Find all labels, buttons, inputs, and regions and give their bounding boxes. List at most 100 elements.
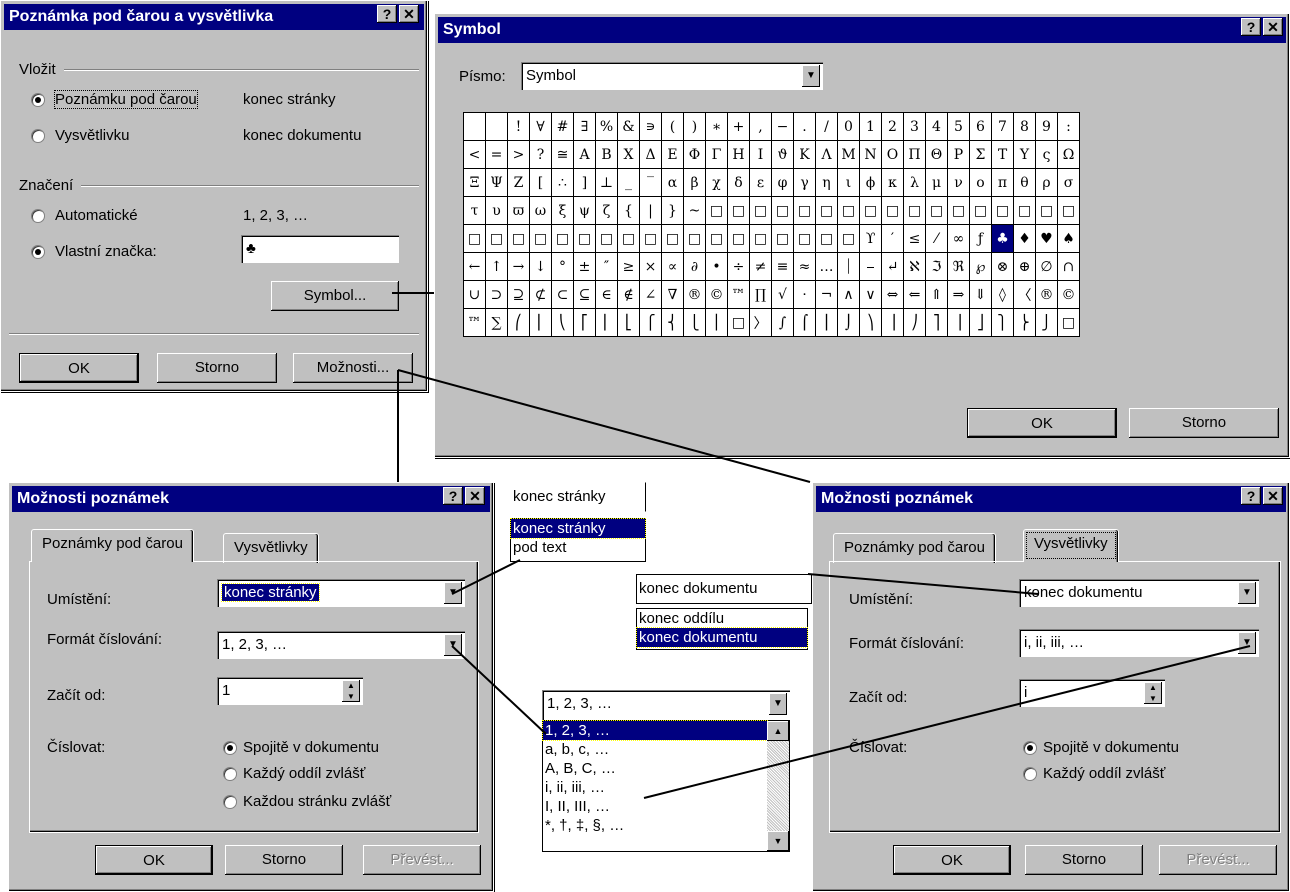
symbol-cell[interactable]: ψ (573, 196, 596, 225)
symbol-cell[interactable]: ] (573, 168, 596, 197)
symbol-cell[interactable]: □ (859, 196, 882, 225)
symbol-cell[interactable]: ⎩ (683, 308, 706, 337)
symbol-cell[interactable]: □ (771, 196, 794, 225)
symbol-cell[interactable]: ⇔ (881, 280, 904, 309)
symbol-cell[interactable]: ⎧ (639, 308, 662, 337)
close-icon[interactable]: ✕ (1263, 18, 1283, 36)
symbol-cell[interactable]: ⏐ (837, 252, 860, 281)
symbol-cell[interactable]: ® (683, 280, 706, 309)
spinner-arrows-icon[interactable]: ▲ ▼ (1144, 682, 1162, 704)
symbol-cell[interactable]: ℜ (947, 252, 970, 281)
auto-numbering-radio[interactable] (31, 209, 45, 223)
symbol-cell[interactable]: χ (705, 168, 728, 197)
symbol-cell[interactable]: ∃ (573, 112, 596, 141)
symbol-cell[interactable]: 〉 (749, 308, 772, 337)
format-dropdown-list[interactable]: 1, 2, 3, … a, b, c, … A, B, C, … i, ii, … (542, 720, 790, 852)
custom-mark-radio[interactable] (31, 245, 45, 259)
start-at-spinner[interactable]: i ▲ ▼ (1019, 679, 1165, 707)
cancel-button[interactable]: Storno (157, 353, 277, 383)
symbol-cell[interactable]: ‾ (639, 168, 662, 197)
symbol-cell[interactable]: δ (727, 168, 750, 197)
placement-dropdown-footnote-current[interactable]: konec stránky (510, 482, 646, 512)
symbol-cell[interactable]: ™ (727, 280, 750, 309)
symbol-cell[interactable]: ∅ (1035, 252, 1058, 281)
symbol-cell[interactable]: ⎜ (529, 308, 552, 337)
chevron-down-icon[interactable]: ▼ (769, 693, 787, 715)
symbol-cell[interactable]: ⎨ (661, 308, 684, 337)
symbol-cell[interactable]: ∏ (749, 280, 772, 309)
symbol-cell[interactable]: 8 (1013, 112, 1036, 141)
symbol-cell[interactable]: ≤ (903, 224, 926, 253)
continuous-label[interactable]: Spojitě v dokumentu (1043, 739, 1179, 756)
symbol-cell[interactable]: □ (507, 224, 530, 253)
symbol-cell[interactable]: % (595, 112, 618, 141)
dropdown-option[interactable]: konec stránky (510, 518, 646, 539)
symbol-cell[interactable]: □ (727, 224, 750, 253)
symbol-cell[interactable]: < (463, 140, 486, 169)
symbol-cell[interactable]: Φ (683, 140, 706, 169)
symbol-cell[interactable]: [ (529, 168, 552, 197)
endnote-radio-label[interactable]: Vysvětlivku (55, 127, 129, 144)
tab-footnotes[interactable]: Poznámky pod čarou (31, 529, 194, 562)
symbol-cell[interactable]: ο (969, 168, 992, 197)
symbol-cell[interactable]: ∨ (859, 280, 882, 309)
symbol-cell[interactable]: □ (969, 196, 992, 225)
symbol-cell[interactable]: □ (881, 196, 904, 225)
symbol-cell[interactable]: ⎦ (969, 308, 992, 337)
symbol-cell[interactable]: 5 (947, 112, 970, 141)
symbol-cell[interactable]: ϒ (859, 224, 882, 253)
symbol-cell[interactable]: © (705, 280, 728, 309)
symbol-cell[interactable]: Λ (815, 140, 838, 169)
symbol-cell[interactable]: ⎤ (925, 308, 948, 337)
symbol-cell[interactable]: ( (661, 112, 684, 141)
symbol-cell[interactable]: ⎫ (991, 308, 1014, 337)
symbol-cell[interactable]: Κ (793, 140, 816, 169)
symbol-cell[interactable]: ω (529, 196, 552, 225)
symbol-cell[interactable]: ) (683, 112, 706, 141)
dropdown-option[interactable]: *, †, ‡, §, … (543, 816, 789, 835)
symbol-cell[interactable]: Ω (1057, 140, 1080, 169)
symbol-cell[interactable]: ∂ (683, 252, 706, 281)
symbol-cell[interactable]: 〈 (1013, 280, 1036, 309)
symbol-cell[interactable]: Σ (969, 140, 992, 169)
symbol-cell[interactable]: Α (573, 140, 596, 169)
symbol-button[interactable]: Symbol... (271, 281, 399, 311)
convert-button[interactable]: Převést... (363, 845, 481, 875)
format-dropdown-current[interactable]: 1, 2, 3, … ▼ (542, 690, 790, 720)
symbol-cell[interactable]: ⁄ (925, 224, 948, 253)
symbol-cell[interactable]: ↓ (529, 252, 552, 281)
symbol-cell[interactable]: ⊗ (991, 252, 1014, 281)
symbol-cell[interactable]: ≅ (551, 140, 574, 169)
scroll-down-icon[interactable]: ▼ (767, 831, 789, 851)
symbol-cell[interactable]: ⎞ (859, 308, 882, 337)
symbol-cell[interactable]: 6 (969, 112, 992, 141)
symbol-cell[interactable]: τ (463, 196, 486, 225)
symbol-cell[interactable]: ′ (881, 224, 904, 253)
symbol-cell[interactable]: Μ (837, 140, 860, 169)
symbol-cell[interactable]: □ (529, 224, 552, 253)
symbol-cell[interactable]: ⇑ (925, 280, 948, 309)
tab-endnotes[interactable]: Vysvětlivky (223, 533, 319, 563)
symbol-cell[interactable]: = (485, 140, 508, 169)
placement-select[interactable]: konec stránky ▼ (217, 579, 465, 607)
symbol-cell[interactable]: □ (903, 196, 926, 225)
help-icon[interactable]: ? (1241, 18, 1261, 36)
symbol-cell[interactable]: φ (771, 168, 794, 197)
ok-button[interactable]: OK (967, 408, 1117, 438)
symbol-cell[interactable]: □ (705, 224, 728, 253)
symbol-cell[interactable]: ± (573, 252, 596, 281)
symbol-cell[interactable]: ℘ (969, 252, 992, 281)
symbol-cell[interactable]: θ (1013, 168, 1036, 197)
symbol-cell[interactable]: Ξ (463, 168, 486, 197)
symbol-cell[interactable]: □ (793, 224, 816, 253)
ok-button[interactable]: OK (19, 353, 139, 383)
symbol-cell[interactable]: ™ (463, 308, 486, 337)
symbol-cell[interactable]: ⎮ (815, 308, 838, 337)
symbol-cell[interactable]: ρ (1035, 168, 1058, 197)
symbol-cell[interactable]: … (815, 252, 838, 281)
symbol-cell[interactable]: ↵ (881, 252, 904, 281)
symbol-cell[interactable]: □ (837, 196, 860, 225)
symbol-cell[interactable]: σ (1057, 168, 1080, 197)
symbol-cell[interactable]: ξ (551, 196, 574, 225)
symbol-cell[interactable]: υ (485, 196, 508, 225)
